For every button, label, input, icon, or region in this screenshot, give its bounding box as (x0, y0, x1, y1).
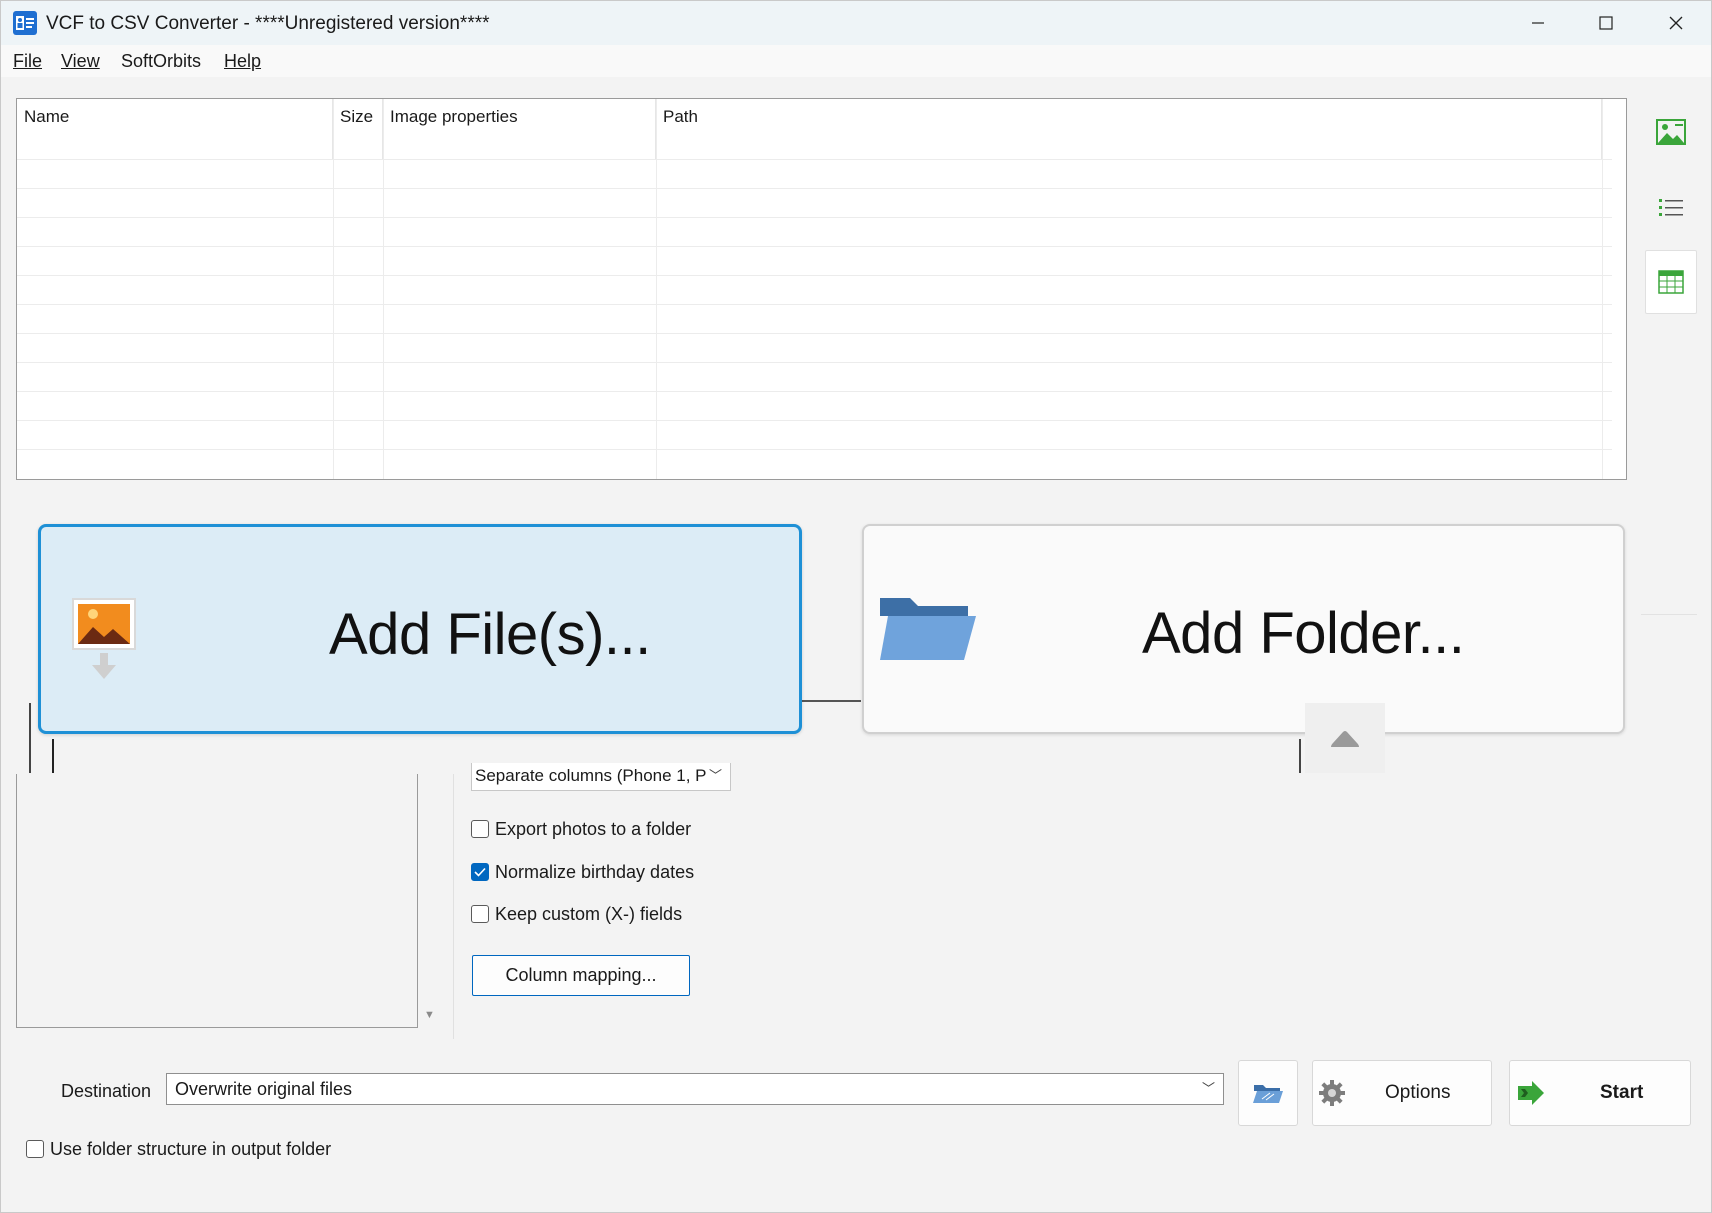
export-photos-checkbox[interactable] (471, 820, 489, 838)
start-button[interactable]: Start (1509, 1060, 1691, 1126)
start-label: Start (1600, 1082, 1644, 1103)
options-button[interactable]: Options (1312, 1060, 1492, 1126)
add-image-icon (72, 598, 136, 679)
grid-row-line (17, 420, 1612, 421)
grid-row-line (17, 217, 1612, 218)
grid-divider (656, 99, 657, 479)
destination-value: Overwrite original files (175, 1079, 353, 1099)
list-view-button[interactable] (1645, 176, 1697, 240)
window-title: VCF to CSV Converter - ****Unregistered … (46, 13, 490, 34)
title-bar[interactable]: VCF to CSV Converter - ****Unregistered … (1, 1, 1711, 45)
triangle-up-icon (1331, 731, 1359, 747)
open-folder-icon (1253, 1085, 1283, 1103)
list-view-icon (1659, 199, 1683, 216)
file-list-grid[interactable]: Name Size Image properties Path (16, 98, 1627, 480)
grid-row-line (17, 159, 1612, 160)
close-button[interactable] (1641, 1, 1711, 45)
folder-structure-option[interactable]: Use folder structure in output folder (26, 1137, 331, 1161)
grid-header: Name Size Image properties Path (17, 99, 1626, 159)
maximize-icon (1599, 16, 1613, 30)
overlay-bracket (52, 739, 54, 773)
add-folder-label: Add Folder... (1142, 601, 1465, 666)
keep-custom-fields-checkbox[interactable] (471, 905, 489, 923)
phone-format-select[interactable]: Separate columns (Phone 1, P ﹀ (471, 763, 731, 791)
normalize-birthday-option[interactable]: Normalize birthday dates (471, 860, 694, 884)
browse-folder-button[interactable] (1238, 1060, 1298, 1126)
scroll-down-icon[interactable]: ▼ (424, 1009, 435, 1021)
menu-view[interactable]: View (61, 51, 100, 72)
add-folder-button[interactable]: Add Folder... (862, 524, 1625, 734)
chevron-down-icon: ﹀ (708, 768, 722, 783)
app-icon (13, 11, 37, 35)
options-label: Options (1385, 1082, 1451, 1103)
keep-custom-fields-option[interactable]: Keep custom (X-) fields (471, 902, 682, 926)
phone-format-value: Separate columns (Phone 1, P (475, 766, 707, 785)
destination-label: Destination (61, 1081, 152, 1101)
table-view-icon (1658, 270, 1684, 294)
folder-structure-label: Use folder structure in output folder (50, 1138, 332, 1159)
column-mapping-button[interactable]: Column mapping... (472, 955, 690, 996)
grid-divider (383, 99, 384, 479)
format-list-panel[interactable] (16, 774, 418, 1028)
grid-row-line (17, 246, 1612, 247)
menu-file[interactable]: File (13, 51, 42, 72)
minimize-button[interactable] (1503, 1, 1573, 45)
column-header-name[interactable]: Name (17, 99, 333, 159)
grid-row-line (17, 391, 1612, 392)
grid-row-line (17, 333, 1612, 334)
column-header-image-properties[interactable]: Image properties (383, 99, 656, 159)
export-photos-label: Export photos to a folder (495, 818, 692, 839)
overlay-bracket (29, 703, 31, 773)
thumbnail-view-button[interactable] (1645, 100, 1697, 164)
panel-splitter[interactable] (453, 774, 454, 1039)
folder-icon (880, 598, 976, 660)
close-icon (1669, 16, 1683, 30)
export-photos-option[interactable]: Export photos to a folder (471, 817, 691, 841)
menu-bar: File View SoftOrbits Help (1, 45, 1711, 77)
add-files-button[interactable]: Add File(s)... (38, 524, 802, 734)
normalize-birthday-label: Normalize birthday dates (495, 861, 695, 882)
minimize-icon (1532, 22, 1544, 24)
gear-icon (1319, 1080, 1345, 1106)
start-arrow-icon (1518, 1081, 1544, 1105)
grid-row-line (17, 449, 1612, 450)
grid-divider (1602, 99, 1603, 479)
chevron-down-icon: ﹀ (1201, 1081, 1215, 1096)
table-view-button[interactable] (1645, 250, 1697, 314)
grid-row-line (17, 362, 1612, 363)
folder-structure-checkbox[interactable] (26, 1140, 44, 1158)
thumbnail-view-icon (1656, 119, 1686, 145)
keep-custom-fields-label: Keep custom (X-) fields (495, 903, 683, 924)
grid-row-line (17, 304, 1612, 305)
side-separator (1641, 614, 1697, 615)
normalize-birthday-checkbox[interactable] (471, 863, 489, 881)
menu-help[interactable]: Help (224, 51, 261, 72)
column-header-path[interactable]: Path (656, 99, 1602, 159)
maximize-button[interactable] (1571, 1, 1641, 45)
collapse-panel-button[interactable] (1305, 703, 1385, 773)
app-window: VCF to CSV Converter - ****Unregistered … (0, 0, 1712, 1213)
overlay-connector (801, 700, 861, 702)
add-files-label: Add File(s)... (329, 602, 651, 667)
grid-row-line (17, 275, 1612, 276)
column-header-size[interactable]: Size (333, 99, 383, 159)
menu-softorbits[interactable]: SoftOrbits (121, 51, 201, 72)
grid-divider (333, 99, 334, 479)
grid-row-line (17, 188, 1612, 189)
checkmark-icon (474, 867, 486, 877)
overlay-bracket (1299, 739, 1301, 773)
destination-select[interactable]: Overwrite original files ﹀ (166, 1073, 1224, 1105)
